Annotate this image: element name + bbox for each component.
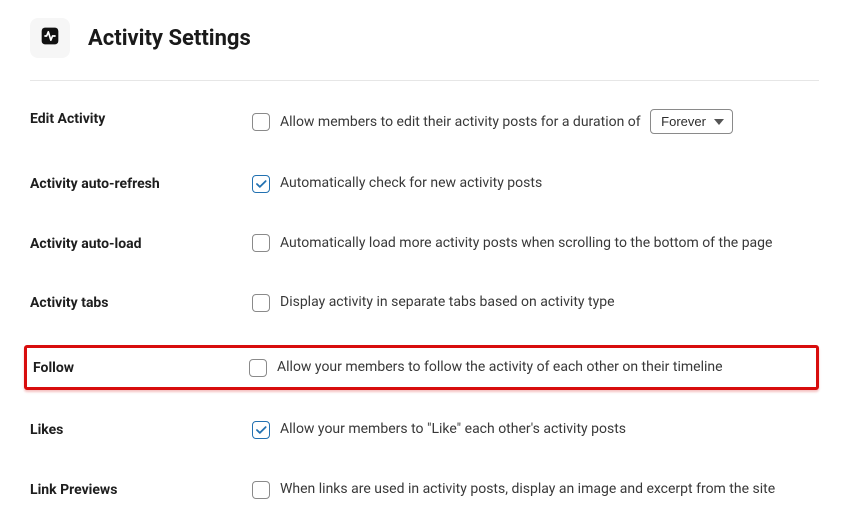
- page-title: Activity Settings: [88, 26, 251, 51]
- select-edit-duration[interactable]: Forever: [650, 109, 733, 134]
- text-link-previews: When links are used in activity posts, d…: [280, 480, 819, 500]
- header-icon-box: [30, 18, 70, 58]
- text-likes: Allow your members to "Like" each other'…: [280, 420, 819, 440]
- control-follow: Allow your members to follow the activit…: [249, 358, 812, 378]
- checkbox-link-previews[interactable]: [252, 481, 270, 499]
- checkbox-auto-refresh[interactable]: [252, 175, 270, 193]
- text-auto-load: Automatically load more activity posts w…: [280, 234, 819, 254]
- row-follow: Follow Allow your members to follow the …: [24, 345, 819, 391]
- page-header: Activity Settings: [30, 18, 819, 81]
- control-edit-activity: Allow members to edit their activity pos…: [252, 109, 819, 134]
- text-edit-activity: Allow members to edit their activity pos…: [280, 109, 819, 134]
- checkbox-activity-tabs[interactable]: [252, 294, 270, 312]
- label-activity-tabs: Activity tabs: [30, 293, 252, 311]
- control-activity-tabs: Display activity in separate tabs based …: [252, 293, 819, 313]
- control-link-previews: When links are used in activity posts, d…: [252, 480, 819, 500]
- label-link-previews: Link Previews: [30, 480, 252, 498]
- activity-icon: [40, 26, 60, 50]
- checkbox-follow[interactable]: [249, 359, 267, 377]
- control-auto-load: Automatically load more activity posts w…: [252, 234, 819, 254]
- control-likes: Allow your members to "Like" each other'…: [252, 420, 819, 440]
- checkbox-likes[interactable]: [252, 421, 270, 439]
- row-link-previews: Link Previews When links are used in act…: [30, 480, 819, 500]
- row-auto-refresh: Activity auto-refresh Automatically chec…: [30, 174, 819, 194]
- label-follow: Follow: [27, 358, 249, 376]
- control-auto-refresh: Automatically check for new activity pos…: [252, 174, 819, 194]
- text-activity-tabs: Display activity in separate tabs based …: [280, 293, 819, 313]
- row-likes: Likes Allow your members to "Like" each …: [30, 420, 819, 440]
- row-auto-load: Activity auto-load Automatically load mo…: [30, 234, 819, 254]
- checkbox-auto-load[interactable]: [252, 234, 270, 252]
- label-edit-activity: Edit Activity: [30, 109, 252, 127]
- row-edit-activity: Edit Activity Allow members to edit thei…: [30, 109, 819, 134]
- text-follow: Allow your members to follow the activit…: [277, 358, 812, 378]
- label-auto-load: Activity auto-load: [30, 234, 252, 252]
- checkbox-edit-activity[interactable]: [252, 113, 270, 131]
- row-activity-tabs: Activity tabs Display activity in separa…: [30, 293, 819, 313]
- label-likes: Likes: [30, 420, 252, 438]
- label-auto-refresh: Activity auto-refresh: [30, 174, 252, 192]
- text-auto-refresh: Automatically check for new activity pos…: [280, 174, 819, 194]
